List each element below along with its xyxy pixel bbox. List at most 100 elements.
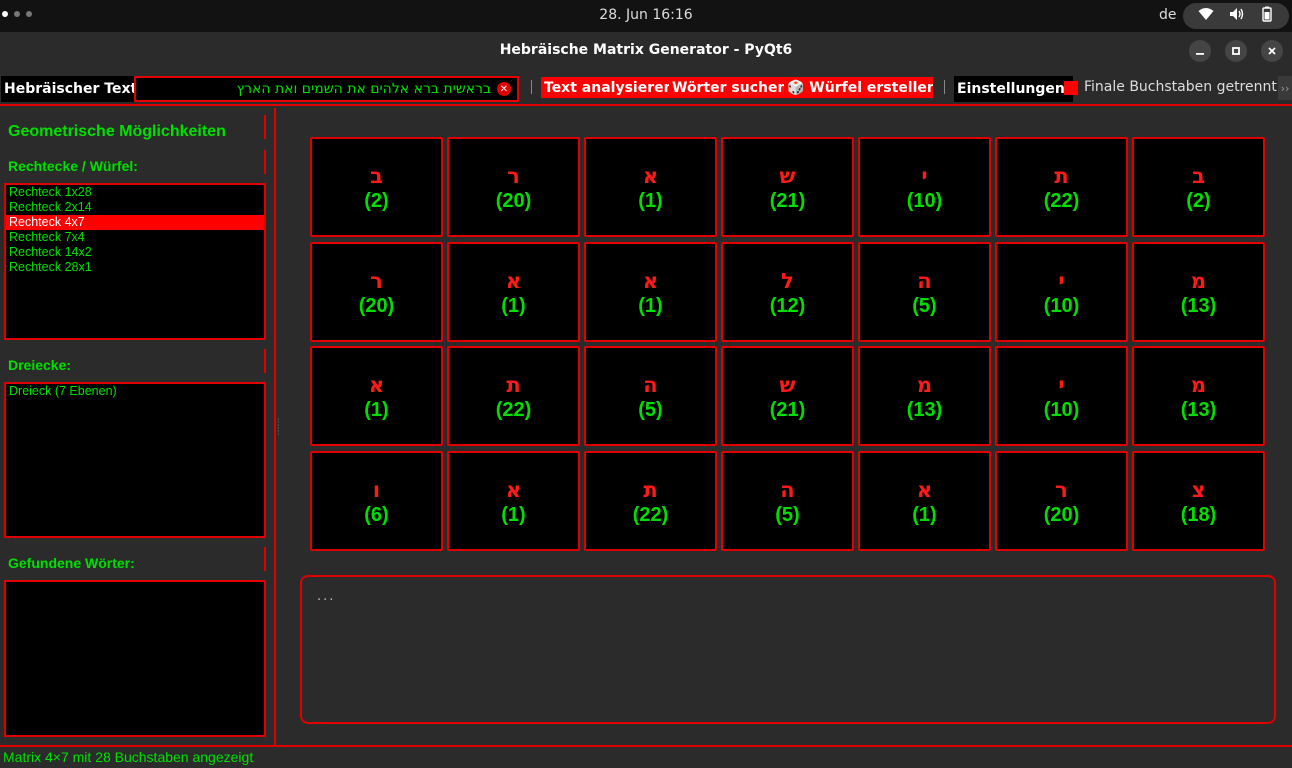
matrix-cell[interactable]: ר (20) [447,137,580,237]
analyze-text-button[interactable]: Text analysieren [541,77,677,98]
final-letters-label[interactable]: Finale Buchstaben getrennt [1084,79,1277,95]
matrix-cell[interactable]: ל (12) [721,242,854,342]
matrix-cell[interactable]: ה (5) [584,346,717,446]
rectangles-heading: Rechtecke / Würfel: [8,158,138,174]
matrix-cell[interactable]: א (1) [584,137,717,237]
heading-marker [264,150,266,174]
cell-value: (5) [775,504,800,526]
matrix-cell[interactable]: י (10) [995,242,1128,342]
matrix-cell[interactable]: י (10) [995,346,1128,446]
toolbar-overflow-icon[interactable]: ›› [1278,76,1292,100]
cell-letter: י [1058,373,1065,397]
matrix-cell[interactable]: א (1) [858,451,991,551]
heading-marker [264,547,266,571]
cell-value: (20) [358,295,395,317]
cell-value: (13) [1180,295,1217,317]
matrix-cell[interactable]: ה (5) [721,451,854,551]
maximize-button[interactable] [1225,40,1247,62]
system-tray[interactable] [1183,3,1289,29]
heading-marker [264,349,266,373]
cell-value: (2) [1186,190,1211,212]
rectangle-option[interactable]: Rechteck 2x14 [6,200,264,215]
found-words-list[interactable] [4,580,266,737]
cell-value: (13) [906,399,943,421]
matrix-cell[interactable]: מ (13) [1132,242,1265,342]
volume-icon [1229,7,1245,25]
cell-letter: ה [780,478,795,502]
matrix-cell[interactable]: ת (22) [995,137,1128,237]
matrix-cell[interactable]: א (1) [584,242,717,342]
cell-value: (22) [1043,190,1080,212]
minimize-icon [1196,53,1204,55]
cell-letter: י [921,164,928,188]
rectangles-list[interactable]: Rechteck 1x28 Rechteck 2x14 Rechteck 4x7 Re… [4,183,266,340]
cell-value: (1) [912,504,937,526]
matrix-cell[interactable]: ר (20) [995,451,1128,551]
matrix-cell[interactable]: ב (2) [1132,137,1265,237]
splitter-handle[interactable]: · · · · · · [277,416,281,439]
battery-icon [1260,6,1274,26]
matrix-cell[interactable]: ת (22) [584,451,717,551]
rectangle-option[interactable]: Rechteck 7x4 [6,230,264,245]
keyboard-language[interactable]: de [1159,7,1177,23]
matrix-cell[interactable]: ש (21) [721,137,854,237]
toolbar-separator [531,80,532,94]
create-cube-button[interactable]: 🎲 Würfel erstellen... [784,77,933,98]
cell-letter: ו [372,478,381,502]
analysis-output[interactable]: ... [300,575,1276,724]
cell-letter: ל [781,269,794,293]
cell-value: (2) [364,190,389,212]
search-words-button[interactable]: Wörter suchen [669,77,791,98]
matrix-cell[interactable]: י (10) [858,137,991,237]
matrix-cell[interactable]: מ (13) [1132,346,1265,446]
cell-value: (10) [1043,399,1080,421]
cell-value: (1) [638,190,663,212]
matrix-cell[interactable]: צ (18) [1132,451,1265,551]
hebrew-text-input[interactable]: בראשית ברא אלהים את השמים ואת הארץ ✕ [134,76,519,102]
matrix-cell[interactable]: ת (22) [447,346,580,446]
cell-value: (1) [501,295,526,317]
cell-value: (6) [364,504,389,526]
matrix-cell[interactable]: ר (20) [310,242,443,342]
final-letters-checkbox[interactable] [1064,81,1078,95]
hebrew-text-label: Hebräischer Text: [1,76,146,102]
cell-letter: ת [1054,164,1069,188]
cell-letter: צ [1191,478,1206,502]
rectangle-option[interactable]: Rechteck 4x7 [6,215,264,230]
cell-value: (22) [495,399,532,421]
close-button[interactable] [1261,40,1283,62]
cell-letter: ש [779,373,796,397]
cell-letter: ה [917,269,932,293]
cell-letter: ב [370,164,383,188]
close-icon [1268,47,1276,55]
cell-letter: א [505,269,522,293]
matrix-cell[interactable]: ש (21) [721,346,854,446]
clear-text-icon[interactable]: ✕ [497,82,511,96]
matrix-cell[interactable]: א (1) [310,346,443,446]
matrix-cell[interactable]: ה (5) [858,242,991,342]
cell-value: (20) [495,190,532,212]
cell-letter: ב [1192,164,1205,188]
cell-letter: מ [1190,269,1207,293]
rectangle-option[interactable]: Rechteck 14x2 [6,245,264,260]
cell-letter: ה [643,373,658,397]
matrix-cell[interactable]: ב (2) [310,137,443,237]
matrix-cell[interactable]: ו (6) [310,451,443,551]
triangles-list[interactable]: Dreieck (7 Ebenen) [4,382,266,538]
cell-value: (1) [501,504,526,526]
rectangle-option[interactable]: Rechteck 1x28 [6,185,264,200]
cell-value: (18) [1180,504,1217,526]
minimize-button[interactable] [1189,40,1211,62]
matrix-cell[interactable]: א (1) [447,451,580,551]
found-words-heading: Gefundene Wörter: [8,555,135,571]
system-clock[interactable]: 28. Jun 16:16 [0,7,1292,23]
matrix-cell[interactable]: א (1) [447,242,580,342]
cell-letter: ש [779,164,796,188]
rectangle-option[interactable]: Rechteck 28x1 [6,260,264,275]
cell-value: (21) [769,190,806,212]
cell-letter: ת [643,478,658,502]
cell-letter: מ [1190,373,1207,397]
triangle-option[interactable]: Dreieck (7 Ebenen) [6,384,264,399]
matrix-cell[interactable]: מ (13) [858,346,991,446]
cell-letter: ר [507,164,520,188]
